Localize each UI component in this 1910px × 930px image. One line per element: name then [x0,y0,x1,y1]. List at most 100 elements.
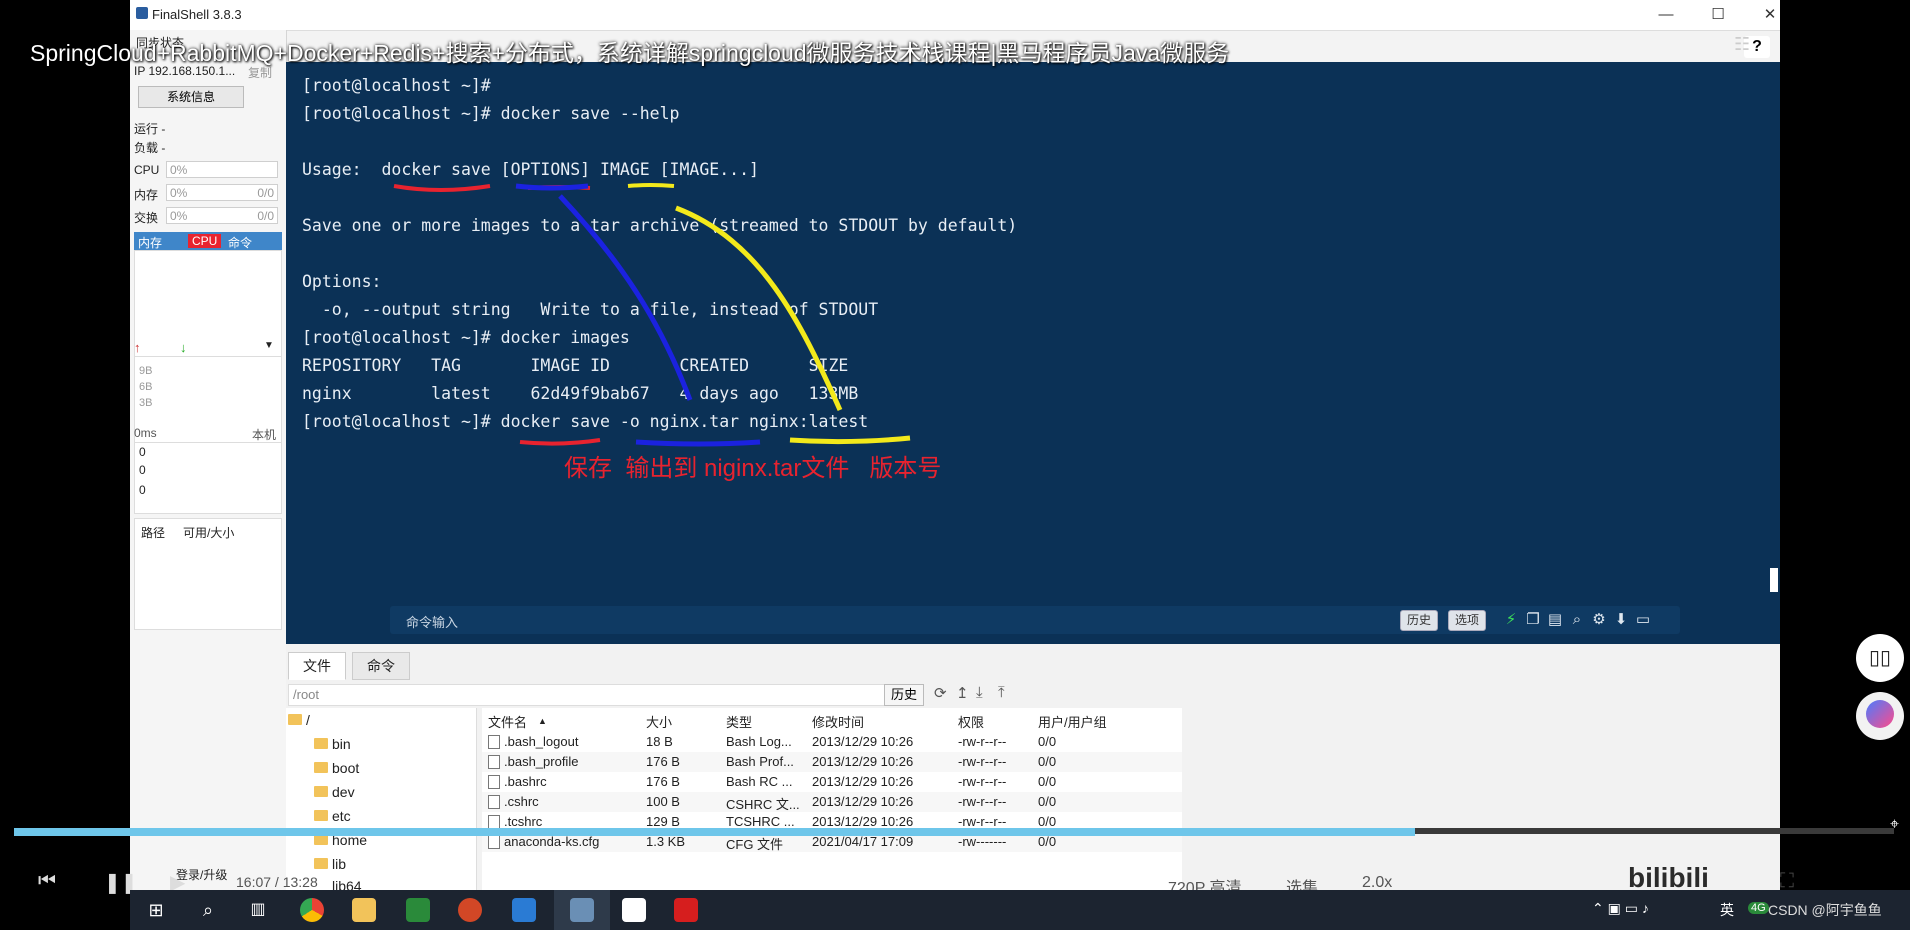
yellow-underline [789,435,911,445]
table-row[interactable]: .cshrc 100 B CSHRC 文... 2013/12/29 10:26 -rw… [482,792,1182,812]
table-cell: 176 B [646,754,680,769]
folder-icon [314,762,328,773]
search-icon[interactable]: ⌕ [196,898,220,922]
table-cell: Bash Log... [726,734,792,749]
ime-indicator[interactable]: 英 [1720,900,1734,920]
tree-item-root[interactable]: / [306,712,310,728]
table-cell: 1.3 KB [646,834,686,849]
upload-file-icon[interactable]: ⤒ [998,684,1005,701]
col-filename[interactable]: 文件名 [488,712,527,731]
col-type[interactable]: 类型 [726,712,752,731]
tab-commands[interactable]: 命令 [352,652,410,680]
book-icon: ▯▯ [1869,647,1892,669]
paste-icon[interactable]: ▤ [1546,610,1564,630]
file-icon [488,755,500,769]
finalshell-taskbar-item[interactable] [554,890,610,930]
up-folder-icon[interactable]: ↥ [956,684,969,702]
yellow-underline [627,183,675,188]
folder-icon [288,714,302,725]
csdn-watermark: CSDN @阿宇鱼鱼 [1768,902,1882,918]
path-input[interactable]: /root [288,684,924,706]
tree-item-bin[interactable]: bin [332,736,351,752]
col-modified[interactable]: 修改时间 [812,712,864,731]
table-cell: TCSHRC ... [726,814,795,829]
file-explorer-icon[interactable] [352,898,376,922]
cursor-icon: ⌖ [1890,816,1900,833]
progress-fill [14,828,1415,836]
path-history-button[interactable]: 历史 [884,684,925,706]
tree-item-boot[interactable]: boot [332,760,359,776]
table-row[interactable]: .bash_logout 18 B Bash Log... 2013/12/29 10… [482,732,1182,752]
history-button[interactable]: 历史 [1400,610,1439,631]
red-underline [393,184,491,192]
table-cell: 0/0 [1038,774,1057,789]
lightning-icon[interactable]: ⚡ [1502,610,1520,630]
tab-files[interactable]: 文件 [288,652,346,680]
table-row[interactable]: .bash_profile 176 B Bash Prof... 2013/12/29… [482,752,1182,772]
app-icon[interactable] [512,898,536,922]
table-cell: 0/0 [1038,794,1057,809]
col-permissions[interactable]: 权限 [958,712,984,731]
download-file-icon[interactable]: ⤓ [976,684,983,701]
table-cell: 176 B [646,774,680,789]
table-cell: 2013/12/29 10:26 [812,754,914,769]
table-cell: -rw-r--r-- [958,734,1007,749]
reader-mode-button[interactable]: ▯▯ [1856,634,1904,682]
table-cell: 0/0 [1038,734,1057,749]
folder-icon [314,810,328,821]
command-input-bar[interactable]: 命令输入 历史 选项 ⚡ ❐ ▤ ⌕ ⚙ ⬇ ▭ [390,606,1680,634]
table-cell: .bashrc [504,774,547,789]
table-row[interactable]: .bashrc 176 B Bash RC ... 2013/12/29 10:26 -… [482,772,1182,792]
table-cell: -rw-r--r-- [958,754,1007,769]
grid-menu-icon[interactable]: ☷ [1734,34,1750,55]
tray-icons[interactable]: ⌃ ▣ ▭ ♪ [1592,900,1649,917]
ai-assistant-button[interactable] [1856,692,1904,740]
notepad-icon[interactable] [406,898,430,922]
network-badge: 4G [1748,902,1769,914]
table-cell: 2013/12/29 10:26 [812,774,914,789]
table-cell: .cshrc [504,794,539,809]
windows-start-icon[interactable]: ⊞ [144,898,168,922]
table-cell: 129 B [646,814,680,829]
table-cell: 2013/12/29 10:26 [812,734,914,749]
time-display: 16:07 / 13:28 [236,874,318,890]
folder-icon [314,786,328,797]
tree-item-etc[interactable]: etc [332,808,351,824]
gear-icon[interactable]: ⚙ [1590,610,1608,630]
tree-item-dev[interactable]: dev [332,784,355,800]
annotation-text: 保存 输出到 niginx.tar文件 版本号 [564,455,942,482]
red-underline [519,438,601,446]
file-icon [488,795,500,809]
file-icon [488,835,500,849]
options-button[interactable]: 选项 [1448,610,1487,631]
window-icon[interactable]: ▭ [1634,610,1652,630]
file-icon [488,775,500,789]
table-cell: 2013/12/29 10:26 [812,794,914,809]
table-cell: -rw-r--r-- [958,774,1007,789]
table-cell: 2021/04/17 17:09 [812,834,914,849]
download-icon[interactable]: ⬇ [1612,610,1630,630]
powerpoint-icon[interactable] [458,898,482,922]
table-cell: 0/0 [1038,834,1057,849]
finalshell-icon [570,898,594,922]
table-cell: -rw-r--r-- [958,814,1007,829]
table-cell: 18 B [646,734,673,749]
table-cell: 0/0 [1038,754,1057,769]
youdao-icon[interactable] [674,898,698,922]
refresh-icon[interactable]: ⟳ [934,684,947,702]
typora-icon[interactable] [622,898,646,922]
task-view-icon[interactable]: ▥ [246,898,270,922]
file-icon [488,815,500,829]
previous-icon[interactable]: ⏮ [38,870,56,893]
blue-arrow-stroke [558,194,693,401]
table-cell: .tcshrc [504,814,543,829]
table-cell: CFG 文件 [726,837,784,852]
chrome-icon[interactable] [300,898,324,922]
col-owner[interactable]: 用户/用户组 [1038,712,1107,731]
col-size[interactable]: 大小 [646,712,672,731]
search-icon[interactable]: ⌕ [1568,610,1586,630]
table-cell: CSHRC 文... [726,797,800,812]
blue-underline [635,439,761,447]
yellow-arrow-stroke [675,205,843,412]
copy-icon[interactable]: ❐ [1524,610,1542,630]
